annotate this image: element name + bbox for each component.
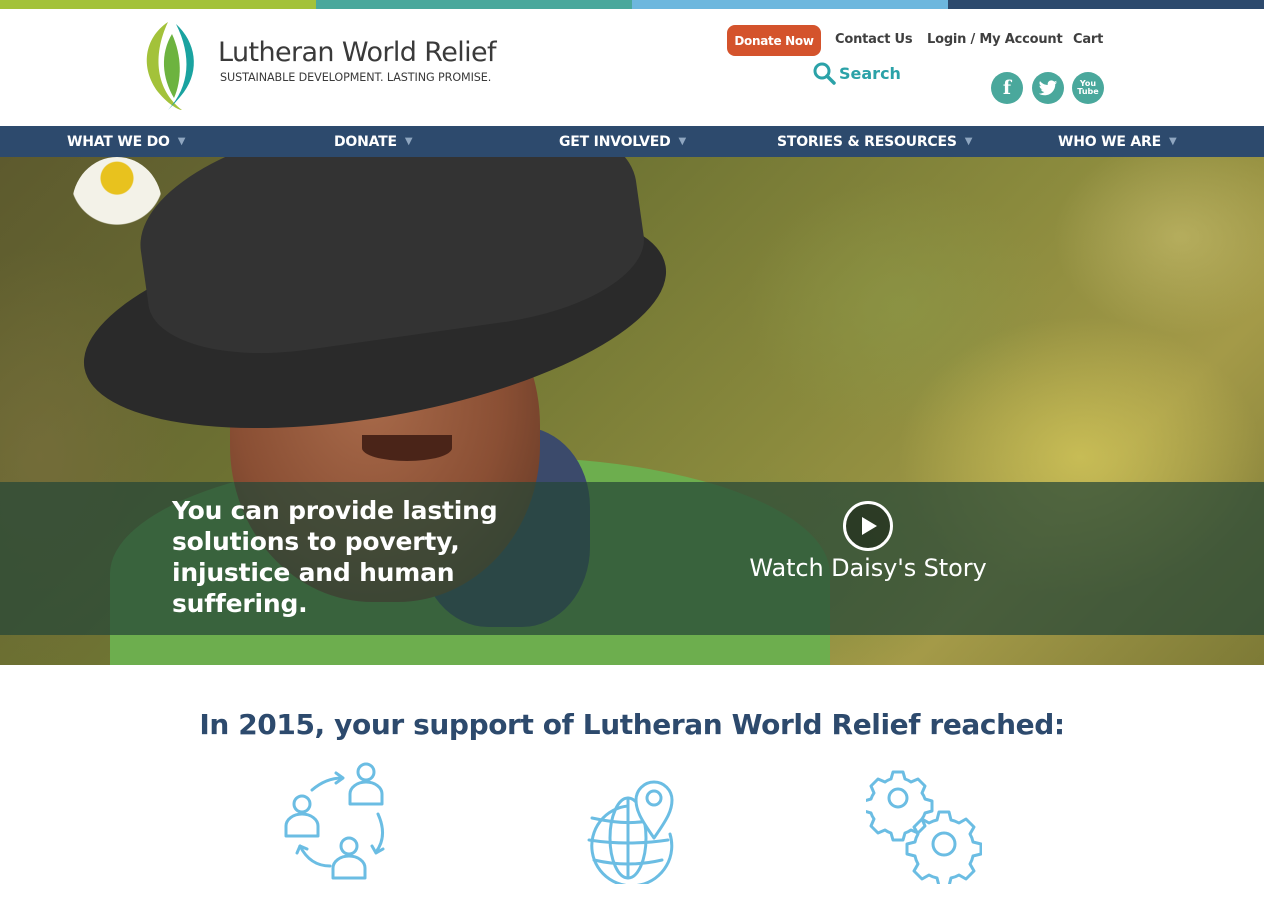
twitter-link[interactable] xyxy=(1032,72,1064,104)
site-logo[interactable]: Lutheran World Relief SUSTAINABLE DEVELO… xyxy=(138,20,518,112)
play-icon xyxy=(862,517,877,535)
people-cycle-icon xyxy=(284,762,385,880)
nav-label: STORIES & RESOURCES xyxy=(777,133,957,150)
strip-green xyxy=(0,0,316,9)
donate-now-button[interactable]: Donate Now xyxy=(727,25,821,56)
hero-banner: You can provide lasting solutions to pov… xyxy=(0,157,1264,665)
caret-down-icon: ▼ xyxy=(678,136,687,147)
caret-down-icon: ▼ xyxy=(964,136,973,147)
nav-what-we-do[interactable]: WHAT WE DO ▼ xyxy=(67,126,185,157)
hero-tagline: You can provide lasting solutions to pov… xyxy=(172,496,498,618)
strip-lightblue xyxy=(632,0,948,9)
facebook-link[interactable]: f xyxy=(991,72,1023,104)
nav-label: WHAT WE DO xyxy=(67,133,170,150)
youtube-link[interactable]: You Tube xyxy=(1072,72,1104,104)
nav-stories-resources[interactable]: STORIES & RESOURCES ▼ xyxy=(777,126,972,157)
hero-photo-mouth xyxy=(362,435,452,461)
nav-label: GET INVOLVED xyxy=(559,133,671,150)
nav-label: WHO WE ARE xyxy=(1058,133,1161,150)
twitter-icon xyxy=(1038,79,1058,95)
search-icon xyxy=(813,62,836,85)
leaf-logo-icon xyxy=(146,22,194,110)
logo-tagline: SUSTAINABLE DEVELOPMENT. LASTING PROMISE… xyxy=(220,71,492,84)
youtube-icon: You Tube xyxy=(1077,79,1099,96)
contact-us-link[interactable]: Contact Us xyxy=(835,32,913,47)
search-label: Search xyxy=(839,63,901,83)
nav-label: DONATE xyxy=(334,133,397,150)
caret-down-icon: ▼ xyxy=(1169,136,1177,147)
nav-donate[interactable]: DONATE ▼ xyxy=(334,126,413,157)
caret-down-icon: ▼ xyxy=(177,136,186,147)
login-account-link[interactable]: Login / My Account xyxy=(927,32,1063,47)
nav-get-involved[interactable]: GET INVOLVED ▼ xyxy=(559,126,686,157)
main-nav: WHAT WE DO ▼ DONATE ▼ GET INVOLVED ▼ STO… xyxy=(0,126,1264,157)
cart-link[interactable]: Cart xyxy=(1073,32,1103,47)
search-button[interactable]: Search xyxy=(812,60,901,86)
hero-photo-flower xyxy=(72,157,162,253)
stats-heading: In 2015, your support of Lutheran World … xyxy=(199,708,1065,741)
watch-story-link[interactable]: Watch Daisy's Story xyxy=(700,554,1036,582)
nav-who-we-are[interactable]: WHO WE ARE ▼ xyxy=(1058,126,1177,157)
play-video-button[interactable] xyxy=(843,501,893,551)
caret-down-icon: ▼ xyxy=(404,136,413,147)
gears-icon xyxy=(866,770,982,884)
logo-name: Lutheran World Relief xyxy=(218,37,497,68)
globe-pin-icon xyxy=(587,780,674,884)
top-color-strip xyxy=(0,0,1264,9)
facebook-icon: f xyxy=(1002,76,1012,99)
strip-teal xyxy=(316,0,632,9)
strip-navy xyxy=(948,0,1264,9)
